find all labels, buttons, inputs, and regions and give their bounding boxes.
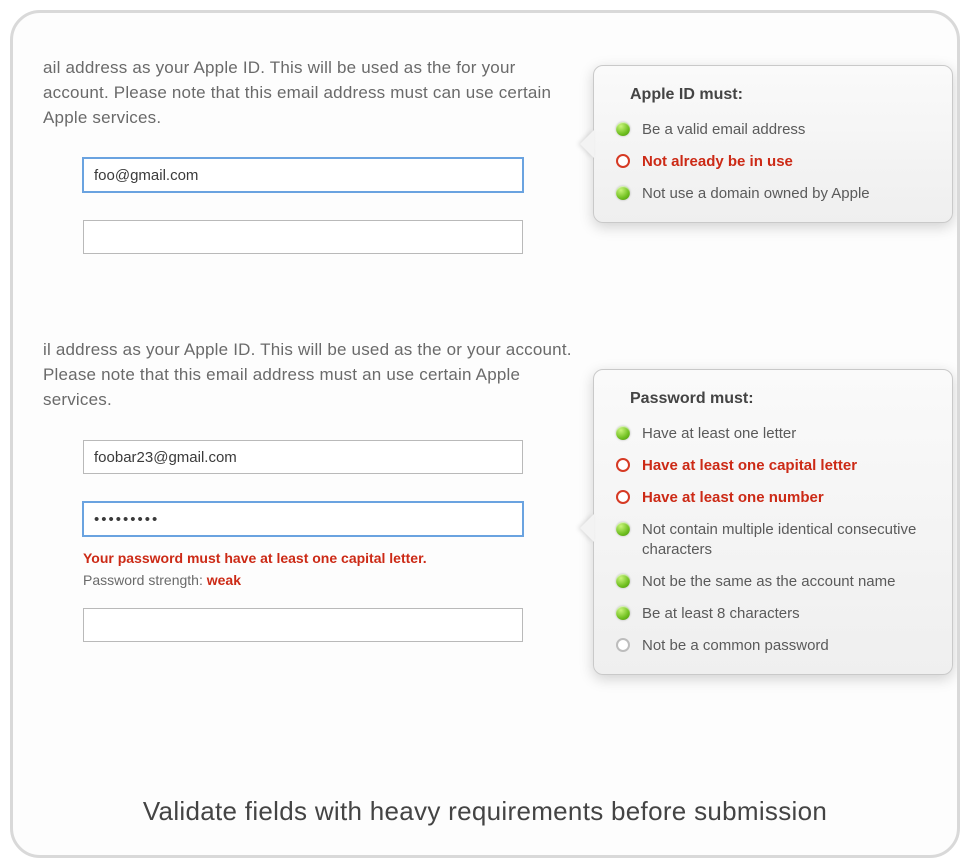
apple-id-popover: Apple ID must: Be a valid email address N… [593,65,953,223]
requirement-text: Not already be in use [642,152,793,172]
requirement-text: Not contain multiple identical consecuti… [642,520,930,560]
instruction-text-2: il address as your Apple ID. This will b… [43,337,573,412]
requirement-text: Have at least one number [642,488,824,508]
requirement-text: Have at least one letter [642,424,796,444]
email-input[interactable] [83,440,523,474]
requirement-item: Not contain multiple identical consecuti… [616,520,930,560]
requirement-item: Not use a domain owned by Apple [616,184,930,204]
requirement-text: Not be the same as the account name [642,572,895,592]
password-requirements-list: Have at least one letter Have at least on… [616,424,930,656]
requirement-item: Not be a common password [616,636,930,656]
popover-title-apple-id: Apple ID must: [630,86,930,104]
strength-prefix: Password strength: [83,572,207,588]
password-confirm-input[interactable] [83,608,523,642]
requirement-text: Be at least 8 characters [642,604,800,624]
requirement-item: Not be the same as the account name [616,572,930,592]
fail-dot-icon [616,154,630,168]
check-dot-icon [616,186,630,200]
requirement-item: Have at least one letter [616,424,930,444]
apple-id-confirm-input[interactable] [83,220,523,254]
instruction-text-1: ail address as your Apple ID. This will … [43,55,573,130]
popover-title-password: Password must: [630,390,930,408]
requirement-item: Have at least one capital letter [616,456,930,476]
check-dot-icon [616,426,630,440]
apple-id-requirements-list: Be a valid email address Not already be i… [616,120,930,204]
requirement-text: Have at least one capital letter [642,456,857,476]
requirement-item: Be a valid email address [616,120,930,140]
popover-arrow-icon [580,130,594,158]
requirement-item: Have at least one number [616,488,930,508]
strength-value: weak [207,572,241,588]
requirement-text: Not be a common password [642,636,829,656]
popover-arrow-icon [580,514,594,542]
check-dot-icon [616,522,630,536]
apple-id-input[interactable] [83,158,523,192]
fail-dot-icon [616,490,630,504]
check-dot-icon [616,122,630,136]
check-dot-icon [616,606,630,620]
requirement-text: Not use a domain owned by Apple [642,184,870,204]
requirement-item: Be at least 8 characters [616,604,930,624]
requirement-text: Be a valid email address [642,120,805,140]
requirement-item: Not already be in use [616,152,930,172]
neutral-dot-icon [616,638,630,652]
password-popover: Password must: Have at least one letterH… [593,369,953,675]
figure-caption: Validate fields with heavy requirements … [13,796,957,827]
password-input[interactable] [83,502,523,536]
fail-dot-icon [616,458,630,472]
check-dot-icon [616,574,630,588]
card-frame: ail address as your Apple ID. This will … [10,10,960,858]
